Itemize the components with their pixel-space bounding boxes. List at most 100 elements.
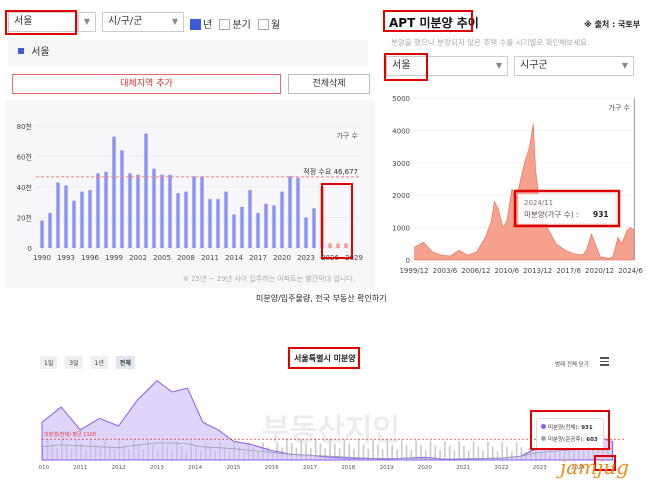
bar <box>160 174 164 248</box>
bar <box>64 185 68 248</box>
x-tick-label: 2020 <box>418 465 432 470</box>
tooltip-date: 2024/11 <box>524 199 553 207</box>
range-button-3d[interactable]: 3일 <box>65 356 83 369</box>
y-tick-label: 5000 <box>392 95 410 103</box>
bar <box>144 133 148 248</box>
highlight-box <box>5 10 77 35</box>
x-tick-label: 1990 <box>33 254 51 262</box>
y-tick-label: 3000 <box>392 160 410 168</box>
bar <box>184 191 188 248</box>
x-tick-label: 2017/6 <box>556 267 581 275</box>
volume-bar <box>391 444 393 460</box>
period-options: 년 분기 월 <box>190 16 280 31</box>
bar <box>40 220 44 248</box>
bar <box>136 174 140 248</box>
x-tick-label: 2022 <box>494 465 508 470</box>
bar <box>256 212 260 248</box>
bar <box>248 190 252 248</box>
y-tick-label: 60천 <box>17 153 32 162</box>
bar <box>288 176 292 248</box>
y-axis-title: 가구 수 <box>336 131 358 140</box>
x-tick-label: 2021 <box>456 465 470 470</box>
x-tick-label: 2020/12 <box>585 267 614 275</box>
bar <box>152 168 156 248</box>
chevron-down-icon: ▼ <box>495 61 502 70</box>
bar <box>208 199 212 248</box>
brand-signature: jamjug <box>560 455 629 479</box>
period-option-year[interactable]: 년 <box>190 19 212 31</box>
x-tick-label: 2006/12 <box>461 267 490 275</box>
bar <box>296 177 300 248</box>
x-tick-label: 2013 <box>150 465 164 470</box>
bar-chart-footnote: ※ 25년 ~ 29년 사이 입주하는 아파트는 빨간막대 입니다. <box>183 275 355 283</box>
right-district-select-value: 시구군 <box>520 60 548 71</box>
volume-bar <box>448 445 451 460</box>
chevron-down-icon: ▼ <box>621 61 628 70</box>
highlight-box <box>530 410 610 450</box>
area-series-total <box>41 380 614 461</box>
district-select-value: 시/구/군 <box>108 16 143 27</box>
y-tick-label: 2000 <box>392 192 410 200</box>
x-tick-label: 2002 <box>129 254 147 262</box>
unsold-area-chart: 0 1000 2000 3000 4000 5000 1999/12 2003/6 2006/1… <box>392 95 643 275</box>
legend-collapse-link[interactable]: 범례 전체 닫기 <box>555 360 589 368</box>
page-caption[interactable]: 미분양/입주물량, 전국 부동산 확인하기 <box>256 293 387 304</box>
right-district-select[interactable]: 시구군 ▼ <box>514 56 634 76</box>
highlight-box <box>384 53 428 81</box>
y-axis-title: 가구 수 <box>608 103 630 112</box>
volume-bar <box>463 446 465 460</box>
highlight-box <box>288 347 360 369</box>
volume-bar <box>472 441 475 460</box>
bar <box>128 173 132 248</box>
x-tick-label: 2019 <box>380 465 394 470</box>
checkbox-icon <box>190 19 201 30</box>
period-option-month[interactable]: 월 <box>257 19 280 31</box>
x-tick-label: 2024/6 <box>618 267 643 275</box>
y-tick-label: 0 <box>406 257 410 265</box>
chevron-down-icon: ▼ <box>171 17 178 26</box>
highlight-box <box>321 183 353 259</box>
add-region-button[interactable]: 대체지역 추가 <box>12 74 281 94</box>
x-tick-label: 2008 <box>177 254 195 262</box>
x-tick-label: 2023 <box>533 465 547 470</box>
range-button-1y[interactable]: 1년 <box>90 356 108 369</box>
bar <box>272 205 276 248</box>
x-tick-label: 2003/6 <box>433 267 458 275</box>
y-tick-label: 1000 <box>392 225 410 233</box>
x-tick-label: 2011 <box>201 254 219 262</box>
x-tick-label: 2013/12 <box>523 267 552 275</box>
average-line-label: 미분양(전체) 평균 1100 <box>44 431 96 438</box>
bar <box>112 136 116 248</box>
volume-bar <box>415 440 417 460</box>
x-tick-label: 2005 <box>153 254 171 262</box>
tooltip-label: 미분양(가구 수) : <box>524 210 579 219</box>
checkbox-icon <box>257 19 269 30</box>
x-tick-label: 2010 <box>38 465 49 470</box>
reference-line-label: 적정 수요 46,677 <box>303 167 358 176</box>
period-option-quarter[interactable]: 분기 <box>219 19 251 31</box>
district-select[interactable]: 시/구/군 ▼ <box>102 12 184 32</box>
selected-region-tag: 서울 <box>31 47 50 58</box>
yearly-bar-chart: 0 20천 40천 60천 80천 1990 1993 1996 1999 2002 2005 200… <box>17 122 363 262</box>
bar <box>192 176 196 248</box>
volume-bar <box>386 440 389 460</box>
bar <box>96 173 100 248</box>
bar <box>240 206 244 248</box>
bar <box>312 208 316 248</box>
x-tick-label: 1999 <box>105 254 123 262</box>
clear-all-button[interactable]: 전체삭제 <box>288 74 370 94</box>
x-tick-label: 2020 <box>273 254 291 262</box>
menu-icon[interactable] <box>600 357 609 366</box>
selected-region-row: 서울 <box>8 40 368 66</box>
volume-bar <box>357 439 360 460</box>
range-button-1d[interactable]: 1일 <box>40 356 58 369</box>
tooltip-value: 931 <box>593 210 609 219</box>
range-button-all[interactable]: 전체 <box>115 356 135 369</box>
volume-bar <box>501 442 504 460</box>
bar <box>264 203 268 248</box>
volume-bar <box>400 440 403 460</box>
y-tick-label: 0 <box>28 245 32 253</box>
region-select-dropdown[interactable]: ▼ <box>78 12 96 32</box>
range-buttons: 1일 3일 1년 전체 <box>40 356 135 369</box>
bar <box>304 217 308 248</box>
